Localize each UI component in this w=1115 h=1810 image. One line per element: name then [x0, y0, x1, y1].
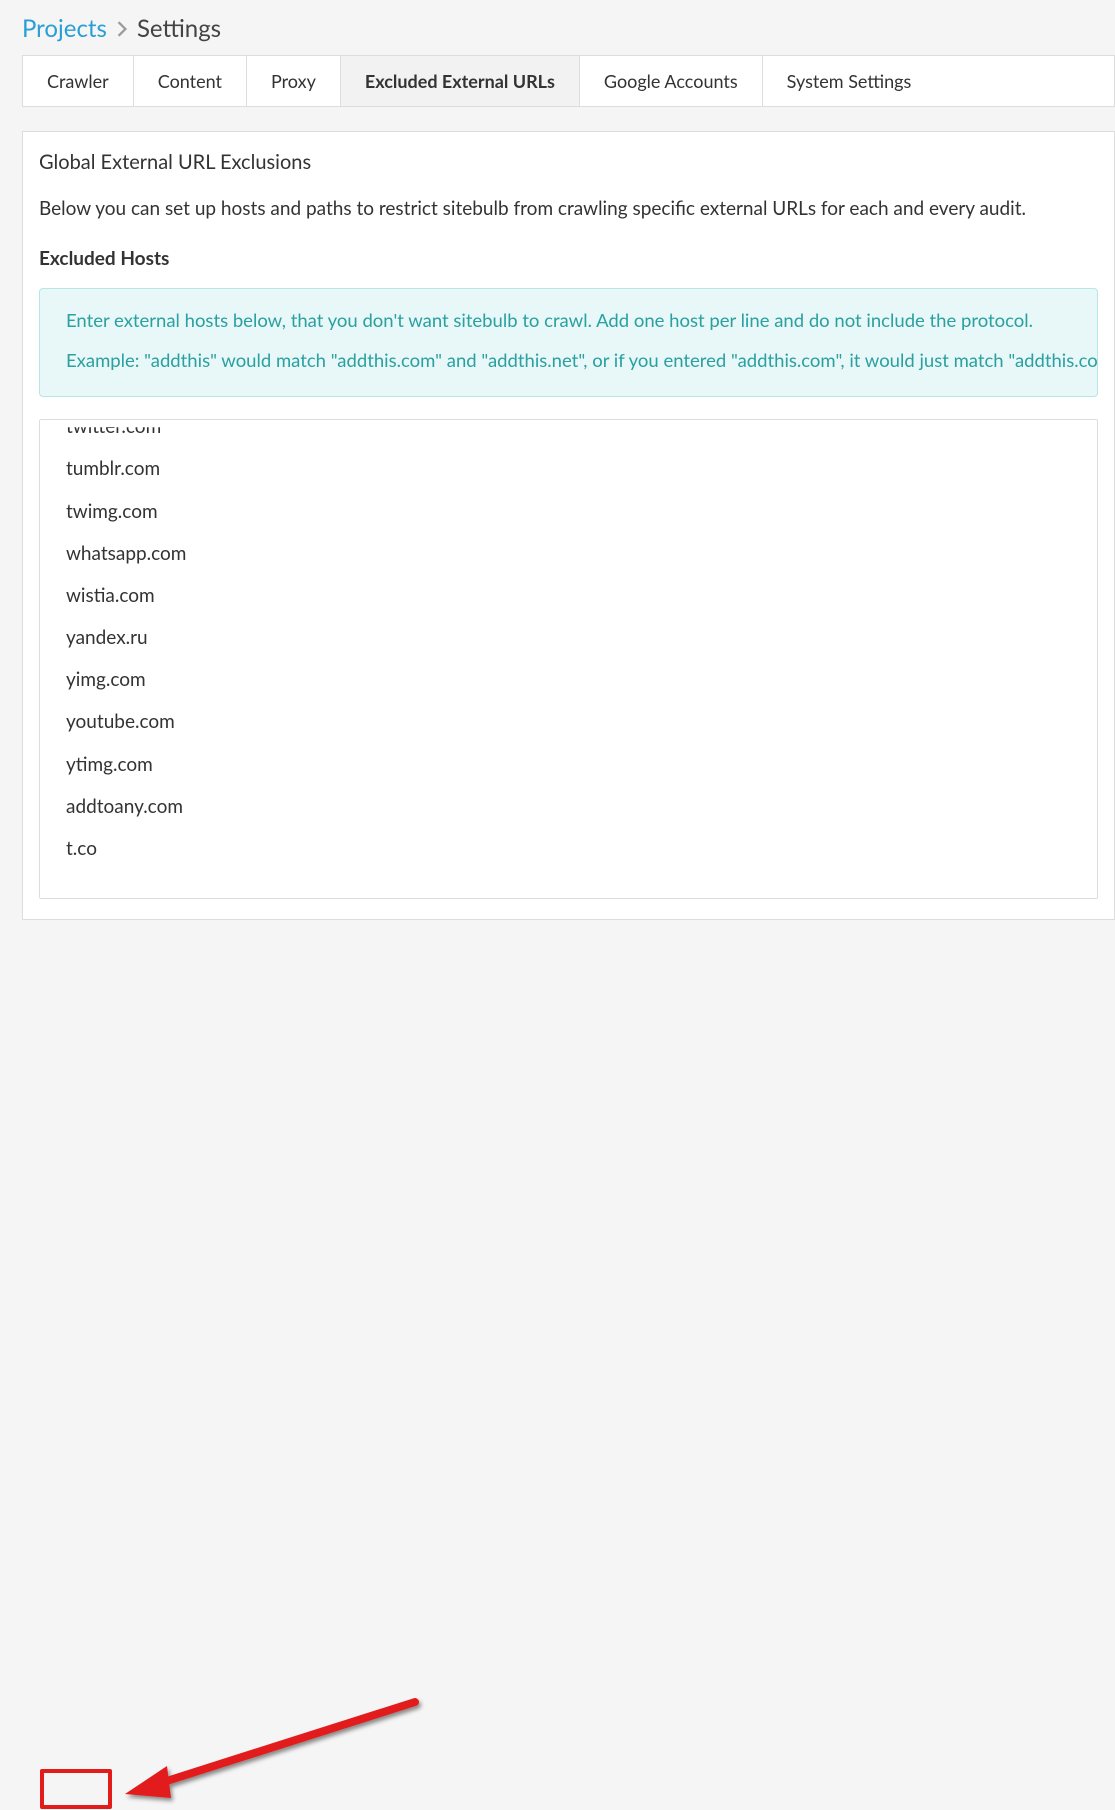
panel-description: Below you can set up hosts and paths to … [39, 196, 1098, 223]
chevron-right-icon [117, 21, 127, 37]
tab-excluded-external-urls[interactable]: Excluded External URLs [340, 56, 579, 106]
settings-panel: Global External URL Exclusions Below you… [22, 131, 1115, 920]
excluded-hosts-textarea[interactable]: twitter.com tumblr.com twimg.com whatsap… [39, 419, 1098, 899]
breadcrumb: Projects Settings [0, 0, 1115, 55]
host-line: addtoany.com [66, 786, 1071, 828]
host-line: yandex.ru [66, 617, 1071, 659]
tab-system-settings[interactable]: System Settings [762, 56, 936, 106]
panel-title: Global External URL Exclusions [39, 150, 1098, 174]
breadcrumb-projects-link[interactable]: Projects [22, 14, 107, 43]
info-box: Enter external hosts below, that you don… [39, 288, 1098, 398]
info-line-1: Enter external hosts below, that you don… [66, 307, 1071, 334]
host-line: youtube.com [66, 701, 1071, 743]
host-line: twimg.com [66, 491, 1071, 533]
host-line: yimg.com [66, 659, 1071, 701]
host-line: ytimg.com [66, 744, 1071, 786]
tab-content[interactable]: Content [133, 56, 246, 106]
annotation-arrow-icon [115, 1690, 435, 1810]
excluded-hosts-label: Excluded Hosts [39, 247, 1098, 270]
host-line: wistia.com [66, 575, 1071, 617]
host-line-highlighted: t.co [66, 828, 1071, 870]
host-line: tumblr.com [66, 448, 1071, 490]
host-line: twitter.com [66, 419, 1071, 448]
tab-google-accounts[interactable]: Google Accounts [579, 56, 762, 106]
tabs: Crawler Content Proxy Excluded External … [22, 55, 1115, 107]
annotation-red-box [40, 1769, 112, 1809]
info-line-2: Example: "addthis" would match "addthis.… [66, 347, 1071, 374]
breadcrumb-current: Settings [137, 14, 221, 43]
tab-proxy[interactable]: Proxy [246, 56, 340, 106]
tab-crawler[interactable]: Crawler [22, 56, 133, 106]
host-line: whatsapp.com [66, 533, 1071, 575]
